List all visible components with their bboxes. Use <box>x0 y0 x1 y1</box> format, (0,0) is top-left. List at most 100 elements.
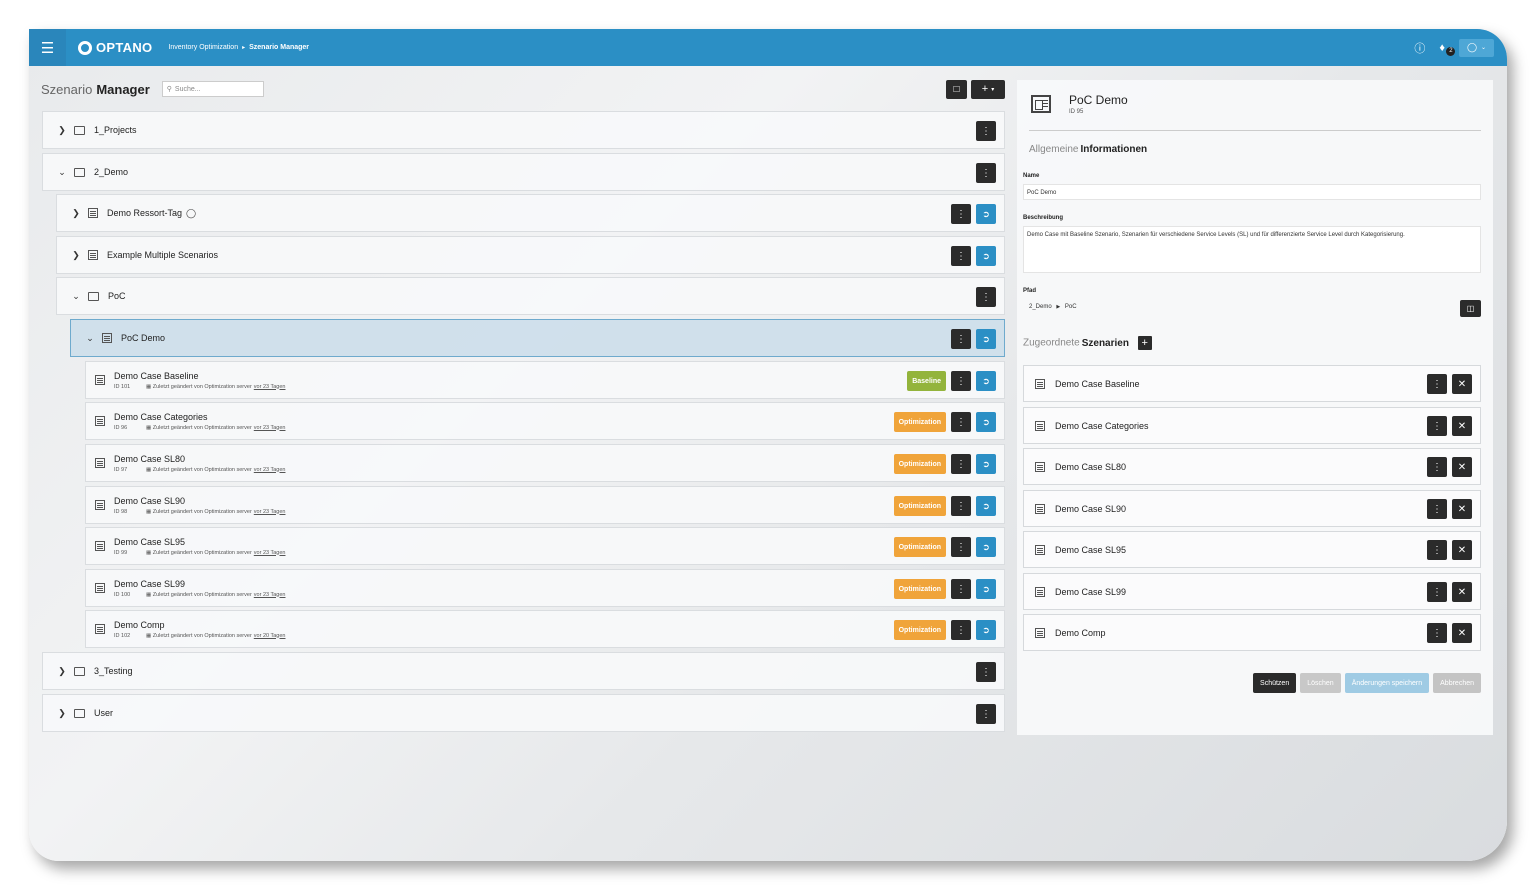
assigned-scenario-row[interactable]: Demo Case SL95 ⋮ ✕ <box>1023 531 1481 568</box>
more-options-button[interactable]: ⋮ <box>951 496 971 516</box>
remove-button[interactable]: ✕ <box>1452 582 1472 602</box>
assigned-scenario-row[interactable]: Demo Comp ⋮ ✕ <box>1023 614 1481 651</box>
breadcrumb-item[interactable]: Inventory Optimization <box>168 44 238 51</box>
remove-button[interactable]: ✕ <box>1452 623 1472 643</box>
name-field[interactable]: PoC Demo <box>1023 184 1481 200</box>
select-path-button[interactable]: ◫ <box>1460 300 1481 317</box>
scenario-row[interactable]: Demo Case SL90 ID 98 ▦ Zuletzt geändert v… <box>85 486 1005 524</box>
delete-button[interactable]: □ <box>946 79 967 99</box>
tree-set-poc-demo[interactable]: ⌄ PoC Demo ⋮ ➲ <box>70 319 1005 357</box>
assigned-scenario-row[interactable]: Demo Case SL90 ⋮ ✕ <box>1023 490 1481 527</box>
open-button[interactable]: ➲ <box>976 454 996 474</box>
path-item[interactable]: PoC <box>1065 304 1077 310</box>
remove-button[interactable]: ✕ <box>1452 374 1472 394</box>
more-options-button[interactable]: ⋮ <box>951 454 971 474</box>
chevron-right-icon[interactable]: ❯ <box>56 125 68 136</box>
scenario-row[interactable]: Demo Comp ID 102 ▦ Zuletzt geändert von O… <box>85 610 1005 648</box>
more-options-button[interactable]: ⋮ <box>951 412 971 432</box>
more-options-button[interactable]: ⋮ <box>951 246 971 266</box>
scenario-row[interactable]: Demo Case Baseline ID 101 ▦ Zuletzt geänd… <box>85 361 1005 399</box>
open-button[interactable]: ➲ <box>976 204 996 224</box>
chevron-right-icon[interactable]: ❯ <box>70 208 82 219</box>
chevron-right-icon[interactable]: ❯ <box>56 708 68 719</box>
more-options-button[interactable]: ⋮ <box>976 662 996 682</box>
more-options-button[interactable]: ⋮ <box>976 287 996 307</box>
assigned-scenario-row[interactable]: Demo Case Categories ⋮ ✕ <box>1023 407 1481 444</box>
open-button[interactable]: ➲ <box>976 579 996 599</box>
folder-label: User <box>94 708 114 718</box>
chevron-down-icon[interactable]: ⌄ <box>84 333 96 344</box>
breadcrumb-separator-icon: ▸ <box>242 45 246 51</box>
more-options-button[interactable]: ⋮ <box>976 704 996 724</box>
tree-folder-poc[interactable]: ⌄ PoC ⋮ <box>56 277 1005 315</box>
more-options-button[interactable]: ⋮ <box>1427 623 1447 643</box>
tree-folder-projects[interactable]: ❯ 1_Projects ⋮ <box>42 111 1005 149</box>
tree-folder-demo[interactable]: ⌄ 2_Demo ⋮ <box>42 153 1005 191</box>
user-menu-button[interactable]: ◯ ⌄ <box>1459 38 1494 57</box>
tree-set-ressort[interactable]: ❯ Demo Ressort-Tag ◯ ⋮ ➲ <box>56 194 1005 232</box>
search-input[interactable]: ⚲ Suche... <box>161 81 264 97</box>
assigned-scenario-row[interactable]: Demo Case SL99 ⋮ ✕ <box>1023 573 1481 610</box>
more-options-button[interactable]: ⋮ <box>951 371 971 391</box>
more-options-button[interactable]: ⋮ <box>976 121 996 141</box>
chevron-down-icon[interactable]: ⌄ <box>56 167 68 178</box>
more-options-button[interactable]: ⋮ <box>1427 416 1447 436</box>
open-button[interactable]: ➲ <box>976 371 996 391</box>
scenario-age-link[interactable]: vor 23 Tagen <box>254 509 286 515</box>
open-button[interactable]: ➲ <box>976 246 996 266</box>
more-options-button[interactable]: ⋮ <box>1427 499 1447 519</box>
scenario-age-link[interactable]: vor 23 Tagen <box>254 467 286 473</box>
chevron-down-icon[interactable]: ⌄ <box>70 291 82 302</box>
cancel-button[interactable]: Abbrechen <box>1433 673 1481 693</box>
scenario-age-link[interactable]: vor 23 Tagen <box>254 384 286 390</box>
folder-label: 3_Testing <box>94 666 133 676</box>
more-options-button[interactable]: ⋮ <box>951 579 971 599</box>
optano-logo[interactable]: OPTANO <box>78 40 152 55</box>
more-options-button[interactable]: ⋮ <box>951 620 971 640</box>
scenario-row[interactable]: Demo Case SL80 ID 97 ▦ Zuletzt geändert v… <box>85 444 1005 482</box>
scenario-age-link[interactable]: vor 23 Tagen <box>254 550 286 556</box>
more-options-button[interactable]: ⋮ <box>976 163 996 183</box>
add-button[interactable]: + ▾ <box>971 79 1005 99</box>
tree-set-multiple[interactable]: ❯ Example Multiple Scenarios ⋮ ➲ <box>56 236 1005 274</box>
scenario-age-link[interactable]: vor 20 Tagen <box>254 633 286 639</box>
open-button[interactable]: ➲ <box>976 537 996 557</box>
scenario-age-link[interactable]: vor 23 Tagen <box>254 425 286 431</box>
scenario-row[interactable]: Demo Case Categories ID 96 ▦ Zuletzt geän… <box>85 402 1005 440</box>
assigned-scenario-row[interactable]: Demo Case Baseline ⋮ ✕ <box>1023 365 1481 402</box>
open-button[interactable]: ➲ <box>976 329 996 349</box>
open-button[interactable]: ➲ <box>976 412 996 432</box>
tree-folder-testing[interactable]: ❯ 3_Testing ⋮ <box>42 652 1005 690</box>
more-options-button[interactable]: ⋮ <box>951 329 971 349</box>
more-options-button[interactable]: ⋮ <box>1427 457 1447 477</box>
hamburger-menu-icon[interactable]: ☰ <box>29 29 66 66</box>
more-options-button[interactable]: ⋮ <box>1427 582 1447 602</box>
more-options-button[interactable]: ⋮ <box>951 204 971 224</box>
save-changes-button[interactable]: Änderungen speichern <box>1344 673 1430 693</box>
notification-bell-icon[interactable]: ♦ 2 <box>1439 42 1456 56</box>
open-button[interactable]: ➲ <box>976 620 996 640</box>
add-scenario-button[interactable]: + <box>1137 336 1152 350</box>
help-icon[interactable]: ⓘ <box>1414 40 1425 56</box>
tree-folder-user[interactable]: ❯ User ⋮ <box>42 694 1005 732</box>
trash-icon: □ <box>953 83 960 95</box>
scenario-row[interactable]: Demo Case SL99 ID 100 ▦ Zuletzt geändert … <box>85 569 1005 607</box>
remove-button[interactable]: ✕ <box>1452 457 1472 477</box>
assigned-scenario-row[interactable]: Demo Case SL80 ⋮ ✕ <box>1023 448 1481 485</box>
path-item[interactable]: 2_Demo <box>1029 304 1052 310</box>
description-field[interactable]: Demo Case mit Baseline Szenario, Szenari… <box>1023 226 1481 273</box>
folder-icon <box>74 708 85 718</box>
delete-scenario-set-button[interactable]: Löschen <box>1300 673 1341 693</box>
more-options-button[interactable]: ⋮ <box>951 537 971 557</box>
more-options-button[interactable]: ⋮ <box>1427 374 1447 394</box>
protect-button[interactable]: Schützen <box>1253 673 1297 693</box>
scenario-age-link[interactable]: vor 23 Tagen <box>254 592 286 598</box>
remove-button[interactable]: ✕ <box>1452 499 1472 519</box>
more-options-button[interactable]: ⋮ <box>1427 540 1447 560</box>
open-button[interactable]: ➲ <box>976 496 996 516</box>
chevron-right-icon[interactable]: ❯ <box>70 250 82 261</box>
remove-button[interactable]: ✕ <box>1452 540 1472 560</box>
chevron-right-icon[interactable]: ❯ <box>56 666 68 677</box>
remove-button[interactable]: ✕ <box>1452 416 1472 436</box>
scenario-row[interactable]: Demo Case SL95 ID 99 ▦ Zuletzt geändert v… <box>85 527 1005 565</box>
